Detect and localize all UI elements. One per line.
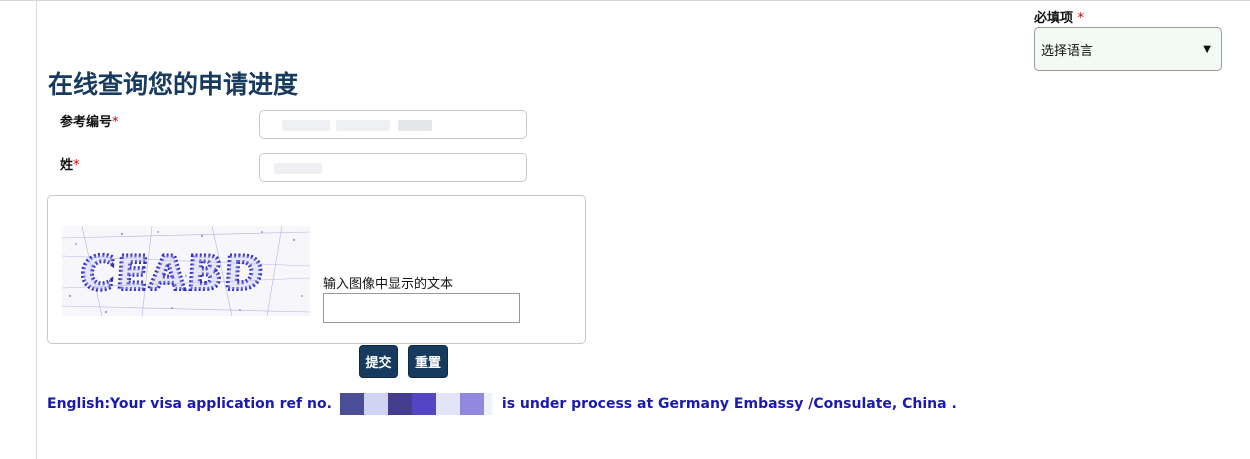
submit-button[interactable]: 提交 [359, 345, 398, 378]
status-prefix: English:Your visa application ref no. [47, 396, 332, 412]
required-note-label: 必填项 [1034, 11, 1074, 26]
surname-label-text: 姓 [60, 158, 74, 173]
redacted-value [336, 120, 390, 131]
surname-label: 姓* [60, 154, 80, 173]
redacted-value [282, 120, 330, 131]
captcha-text-fill: CEABD [79, 246, 267, 300]
redacted-reference [339, 393, 492, 415]
required-star: * [73, 158, 80, 173]
reference-number-label-text: 参考编号 [60, 115, 113, 130]
redacted-value [398, 120, 432, 131]
captcha-prompt: 输入图像中显示的文本 [323, 277, 454, 292]
left-divider [36, 1, 37, 459]
reference-number-label: 参考编号* [60, 111, 119, 130]
captcha-input[interactable] [323, 293, 520, 323]
page-title: 在线查询您的申请进度 [48, 70, 299, 99]
required-field-note: 必填项 * [1034, 7, 1084, 26]
captcha-image: CEABD CEABD [62, 226, 310, 316]
surname-input[interactable] [259, 153, 527, 182]
required-star: * [112, 115, 119, 130]
status-message: English:Your visa application ref no. is… [47, 393, 957, 415]
status-suffix: is under process at Germany Embassy /Con… [501, 396, 957, 412]
language-select[interactable]: 选择语言 ▼ [1034, 27, 1222, 71]
chevron-down-icon: ▼ [1203, 43, 1211, 55]
reference-number-input[interactable] [259, 110, 527, 139]
required-star: * [1077, 11, 1085, 26]
language-select-value: 选择语言 [1041, 43, 1094, 59]
visa-status-page: 必填项 * 选择语言 ▼ 在线查询您的申请进度 参考编号* 姓* CEABD C… [0, 0, 1250, 459]
redacted-value [274, 163, 322, 174]
reset-button[interactable]: 重置 [408, 345, 448, 378]
